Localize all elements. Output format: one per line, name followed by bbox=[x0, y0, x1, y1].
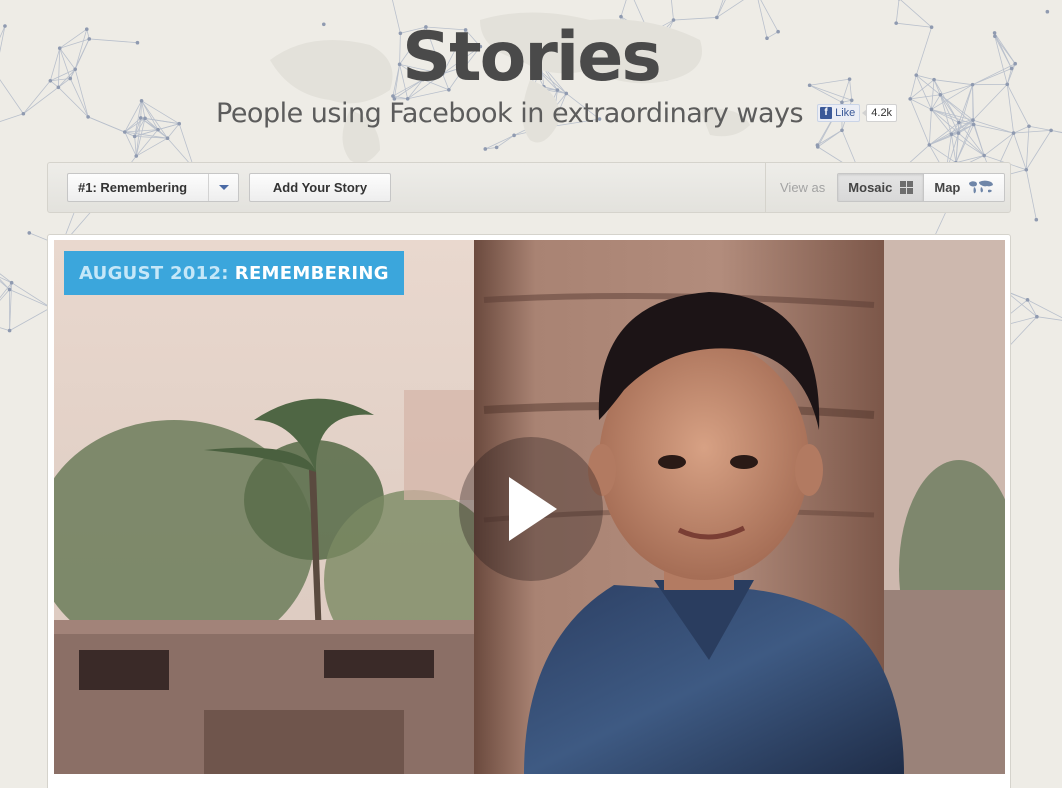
page-subtitle: People using Facebook in extraordinary w… bbox=[216, 97, 804, 129]
like-label: Like bbox=[835, 107, 856, 119]
page-header: Stories People using Facebook in extraor… bbox=[0, 0, 1062, 160]
mosaic-grid-icon bbox=[900, 181, 914, 194]
play-button[interactable] bbox=[459, 437, 603, 581]
mosaic-label: Mosaic bbox=[848, 180, 893, 195]
facebook-like-button[interactable]: f Like bbox=[817, 104, 861, 122]
view-as-area: View as Mosaic Map bbox=[765, 163, 1006, 212]
view-toggle: Mosaic Map bbox=[837, 173, 1006, 202]
world-map-icon bbox=[969, 180, 994, 194]
facebook-like-widget: f Like 4.2k bbox=[817, 104, 898, 122]
badge-theme: REMEMBERING bbox=[234, 262, 389, 284]
like-count: 4.2k bbox=[862, 104, 898, 122]
facebook-icon: f bbox=[820, 107, 833, 119]
page-title: Stories bbox=[402, 18, 662, 97]
toolbar: #1: Remembering Add Your Story View as M… bbox=[47, 162, 1011, 213]
add-your-story-button[interactable]: Add Your Story bbox=[249, 173, 391, 202]
featured-story-card: AUGUST 2012: REMEMBERING bbox=[47, 234, 1011, 788]
chevron-down-icon[interactable] bbox=[208, 174, 238, 201]
mosaic-view-button[interactable]: Mosaic bbox=[838, 174, 925, 201]
badge-date: AUGUST 2012: bbox=[79, 262, 229, 284]
story-photo[interactable]: AUGUST 2012: REMEMBERING bbox=[54, 240, 1005, 774]
story-date-badge: AUGUST 2012: REMEMBERING bbox=[64, 251, 404, 295]
chapter-select[interactable]: #1: Remembering bbox=[67, 173, 239, 202]
play-icon bbox=[509, 477, 557, 541]
map-view-button[interactable]: Map bbox=[924, 174, 1005, 201]
map-label: Map bbox=[934, 180, 961, 195]
chapter-select-value: #1: Remembering bbox=[78, 180, 188, 195]
subtitle-row: People using Facebook in extraordinary w… bbox=[216, 96, 898, 130]
view-as-label: View as bbox=[780, 180, 826, 195]
